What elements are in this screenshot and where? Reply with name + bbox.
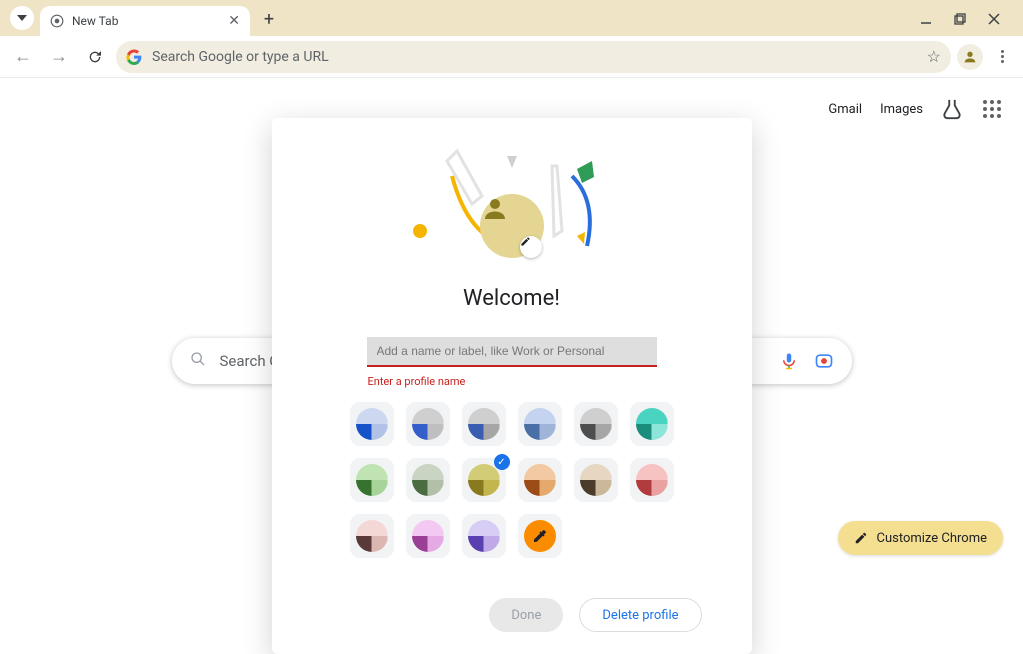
theme-swatch[interactable] [350,514,394,558]
gmail-link[interactable]: Gmail [828,102,862,117]
pencil-icon [854,531,868,545]
customize-label: Customize Chrome [876,531,987,546]
profile-name-error: Enter a profile name [368,375,466,388]
search-icon [190,351,206,371]
theme-swatch[interactable] [350,458,394,502]
eyedropper-icon [532,528,548,544]
theme-swatch[interactable] [406,514,450,558]
apps-button[interactable] [981,98,1003,120]
theme-swatch[interactable] [630,402,674,446]
theme-swatch[interactable] [518,458,562,502]
edit-avatar-button[interactable] [520,236,542,258]
titlebar: New Tab ✕ + [0,0,1023,36]
new-tab-button[interactable]: + [256,6,282,32]
new-tab-page: Gmail Images Search Google or type a URL [0,78,1023,575]
browser-tab[interactable]: New Tab ✕ [40,6,250,36]
delete-profile-button[interactable]: Delete profile [579,598,701,632]
theme-swatch[interactable] [574,458,618,502]
bookmark-button[interactable]: ☆ [927,47,941,66]
welcome-title: Welcome! [463,286,560,311]
chrome-ntp-icon [50,14,64,28]
images-link[interactable]: Images [880,102,923,117]
window-minimize-button[interactable] [919,12,933,26]
window-restore-button[interactable] [953,12,967,26]
theme-swatch[interactable] [518,402,562,446]
theme-swatch[interactable] [630,458,674,502]
person-icon [962,49,978,65]
reload-button[interactable] [80,42,110,72]
kebab-icon [1001,50,1004,63]
window-controls [919,12,1017,36]
done-button[interactable]: Done [489,598,563,632]
profile-illustration [382,136,642,266]
ntp-header-links: Gmail Images [828,98,1003,120]
check-icon: ✓ [494,454,510,470]
omnibox-placeholder: Search Google or type a URL [152,49,917,65]
theme-swatch[interactable] [462,514,506,558]
labs-icon[interactable] [941,98,963,120]
chevron-down-icon [17,15,27,21]
theme-swatches: ✓ [350,402,674,558]
theme-swatch[interactable] [462,402,506,446]
omnibox[interactable]: Search Google or type a URL ☆ [116,41,951,73]
back-button[interactable]: ← [8,42,38,72]
theme-swatch[interactable] [406,458,450,502]
pencil-icon [520,236,531,247]
theme-swatch[interactable] [350,402,394,446]
lens-search-icon[interactable] [814,351,834,371]
profile-name-input[interactable] [367,337,657,367]
custom-color-button[interactable] [518,514,562,558]
close-tab-button[interactable]: ✕ [228,13,240,29]
apps-grid-icon [983,100,1002,119]
google-g-icon [126,49,142,65]
toolbar: ← → Search Google or type a URL ☆ [0,36,1023,78]
profile-button[interactable] [957,44,983,70]
chrome-menu-button[interactable] [989,50,1015,63]
profile-avatar[interactable] [480,194,544,258]
theme-swatch[interactable] [406,402,450,446]
window-close-button[interactable] [987,12,1001,26]
tab-search-button[interactable] [10,6,34,30]
voice-search-icon[interactable] [780,352,798,370]
forward-button[interactable]: → [44,42,74,72]
profile-setup-dialog: Welcome! Enter a profile name ✓ Done Del… [272,118,752,654]
theme-swatch[interactable]: ✓ [462,458,506,502]
dialog-buttons: Done Delete profile [489,598,701,632]
reload-icon [87,49,103,65]
customize-chrome-button[interactable]: Customize Chrome [838,521,1003,555]
tab-title: New Tab [72,14,220,28]
theme-swatch[interactable] [574,402,618,446]
person-icon [480,194,510,224]
